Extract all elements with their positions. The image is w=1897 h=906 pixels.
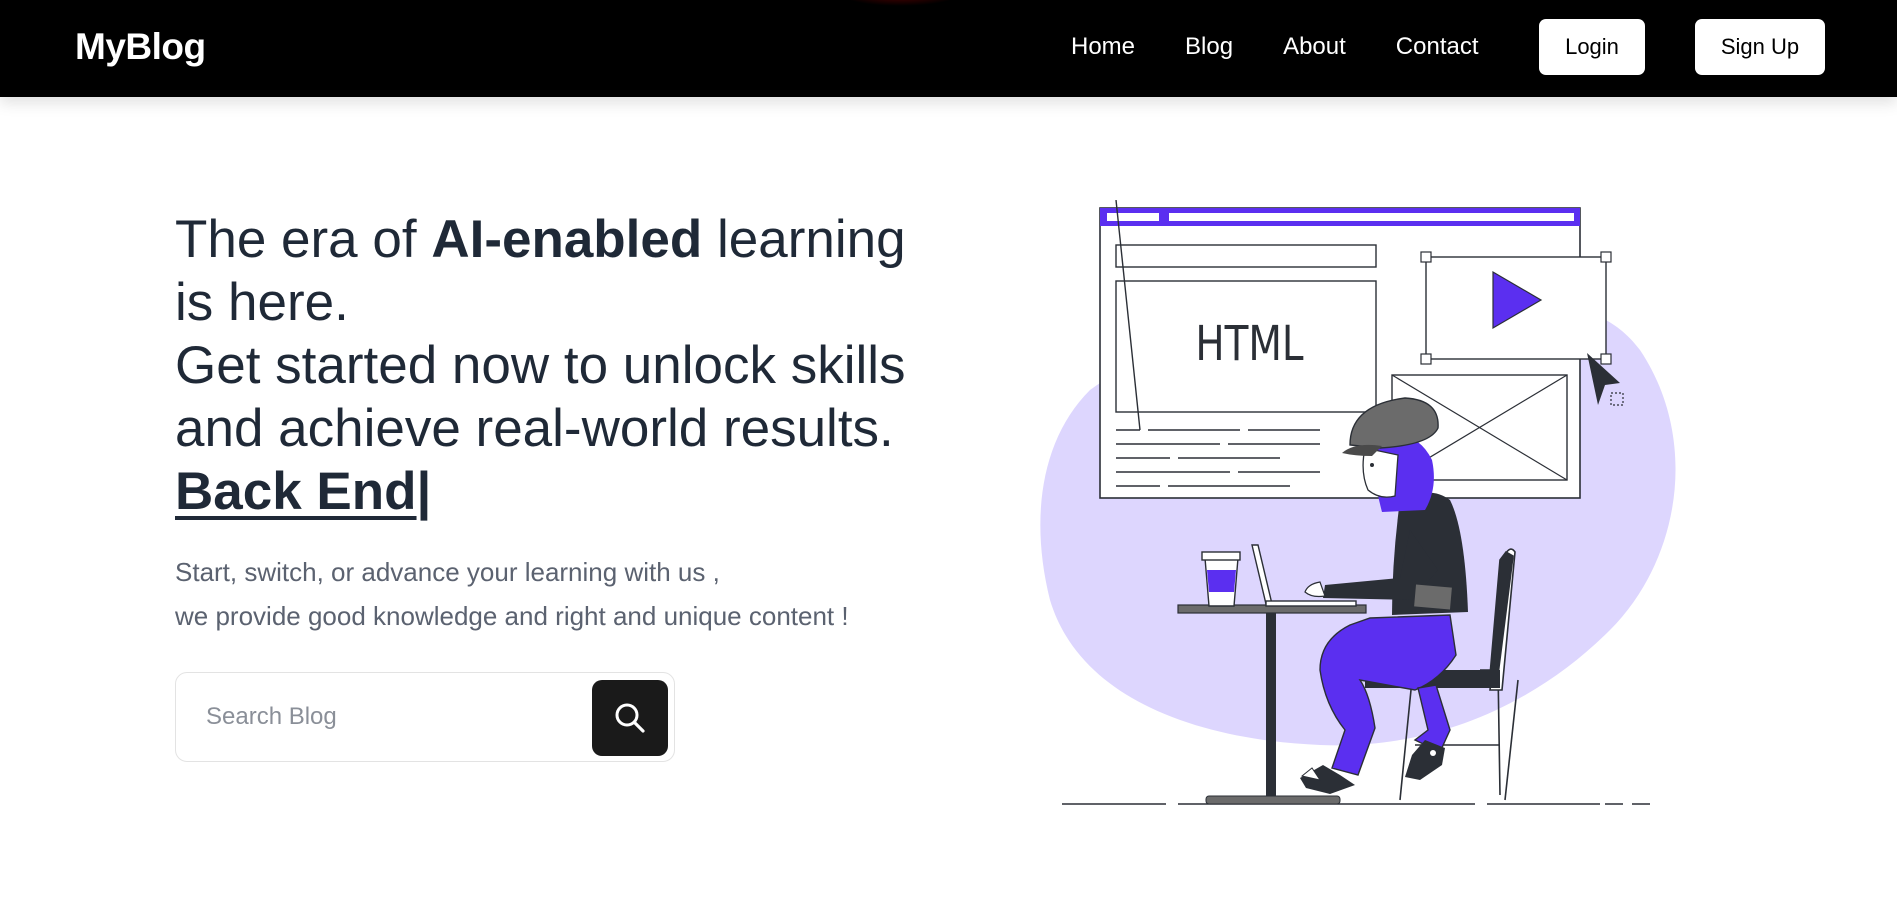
coffee-cup [1201,551,1241,607]
nav-links: Home Blog About Contact [1071,33,1529,61]
nav-link-home[interactable]: Home [1071,33,1135,61]
search-box [175,672,675,762]
html-panel-label: HTML [1195,316,1303,372]
brand-logo[interactable]: MyBlog [75,26,206,68]
login-button[interactable]: Login [1539,19,1645,75]
search-button[interactable] [592,680,668,756]
hero-title-highlight: AI-enabled [431,210,703,269]
hero-title-part1: The era of [175,210,432,269]
nav-glow-decoration [840,0,960,6]
nav-link-contact[interactable]: Contact [1396,33,1479,61]
table-base [1205,795,1341,805]
hero-subtitle-line2: we provide good knowledge and right and … [175,601,849,631]
typing-cursor: | [416,462,432,521]
hero-subtitle-line1: Start, switch, or advance your learning … [175,557,720,587]
typed-text: Back End [175,462,417,521]
url-bar [1115,244,1377,268]
table-leg [1266,613,1276,798]
hero-illustration: HTML [1040,200,1676,805]
signup-button[interactable]: Sign Up [1695,19,1825,75]
hero-subtitle: Start, switch, or advance your learning … [175,550,935,638]
search-icon [615,703,645,733]
navbar: MyBlog Home Blog About Contact Login Sig… [0,0,1897,97]
search-input[interactable] [206,697,586,737]
hero-title-part3: Get started now to unlock skills and ach… [175,336,906,458]
hero-title: The era of AI-enabled learning is here. G… [175,208,935,523]
nav-link-blog[interactable]: Blog [1185,33,1233,61]
nav-link-about[interactable]: About [1283,33,1346,61]
